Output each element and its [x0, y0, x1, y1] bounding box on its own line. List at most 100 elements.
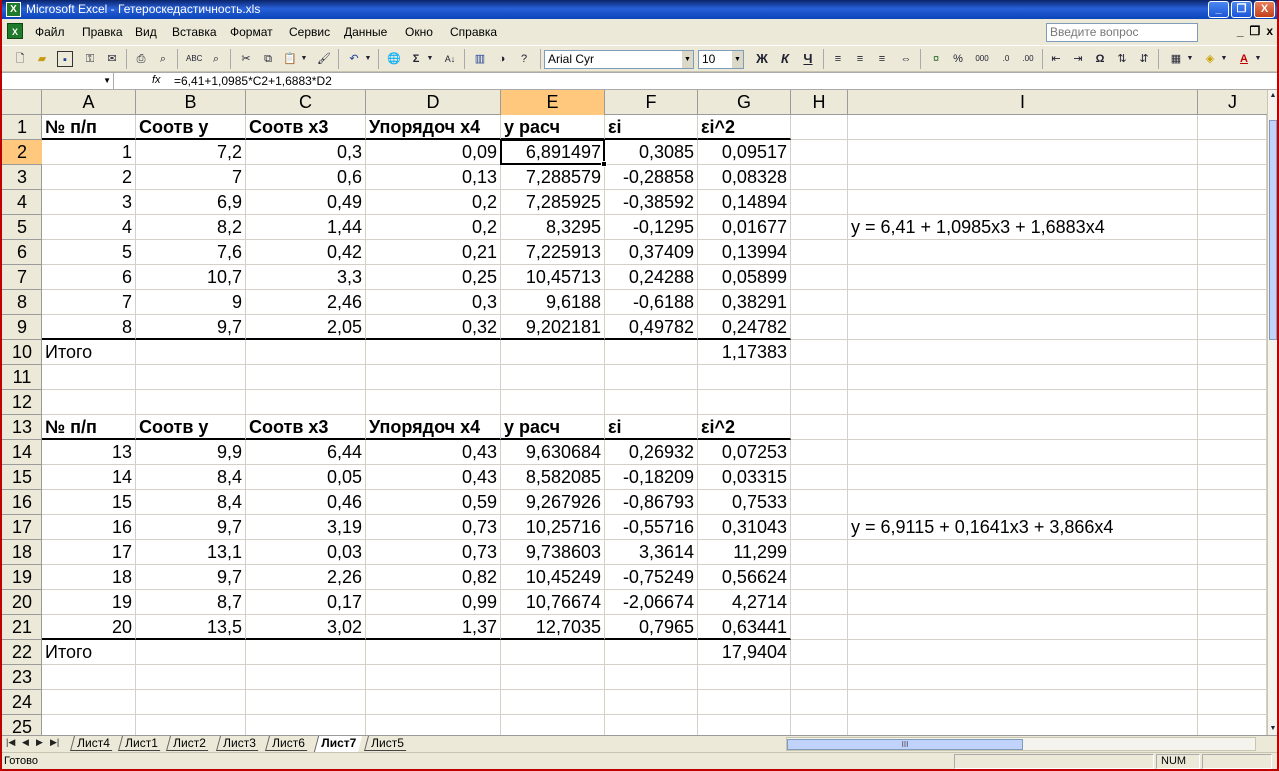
vertical-scroll-thumb[interactable] — [1269, 120, 1277, 340]
cell[interactable]: 0,25 — [366, 265, 501, 290]
row-header[interactable]: 11 — [2, 365, 42, 390]
cell[interactable]: 7,6 — [136, 240, 246, 265]
tab-sheet2[interactable]: Лист2 — [165, 736, 212, 751]
cell[interactable] — [1198, 115, 1267, 140]
cell[interactable]: -0,75249 — [605, 565, 698, 590]
row-header[interactable]: 22 — [2, 640, 42, 665]
cell[interactable]: 10,7 — [136, 265, 246, 290]
cell[interactable]: 20 — [42, 615, 136, 640]
cell[interactable] — [246, 665, 366, 690]
cell[interactable] — [848, 615, 1198, 640]
cell[interactable]: 1,17383 — [698, 340, 791, 365]
menu-insert[interactable]: Вставка — [172, 25, 217, 39]
cell[interactable]: 3,19 — [246, 515, 366, 540]
cell[interactable] — [605, 690, 698, 715]
cell[interactable]: 8,2 — [136, 215, 246, 240]
cell[interactable]: 13,1 — [136, 540, 246, 565]
autosum-icon[interactable]: Σ — [408, 51, 424, 67]
cell[interactable]: 16 — [42, 515, 136, 540]
cell[interactable] — [791, 665, 848, 690]
cell[interactable] — [698, 390, 791, 415]
insert-function-icon[interactable]: fx — [152, 74, 161, 86]
cell[interactable]: 0,56624 — [698, 565, 791, 590]
doc-restore-button[interactable]: ❐ — [1250, 24, 1261, 38]
cell[interactable]: 0,73 — [366, 540, 501, 565]
cell[interactable] — [501, 640, 605, 665]
cell[interactable] — [1198, 190, 1267, 215]
spelling-icon[interactable]: ABC — [186, 51, 202, 67]
cell[interactable]: 12,7035 — [501, 615, 605, 640]
next-sheet-icon[interactable]: ▶ — [36, 737, 43, 748]
restore-button[interactable]: ❐ — [1231, 1, 1252, 18]
cell[interactable]: Соотв y — [136, 415, 246, 440]
cell[interactable] — [1198, 290, 1267, 315]
cell[interactable] — [791, 290, 848, 315]
cell[interactable] — [1198, 165, 1267, 190]
cell[interactable] — [1198, 240, 1267, 265]
row-header[interactable]: 18 — [2, 540, 42, 565]
cell[interactable]: 17 — [42, 540, 136, 565]
cell[interactable] — [848, 290, 1198, 315]
cell[interactable]: 8,4 — [136, 490, 246, 515]
borders-icon[interactable]: ▦ — [1168, 51, 1184, 67]
cell[interactable]: -0,55716 — [605, 515, 698, 540]
cell[interactable]: 14 — [42, 465, 136, 490]
row-header[interactable]: 14 — [2, 440, 42, 465]
cell[interactable]: 1,44 — [246, 215, 366, 240]
cell[interactable]: -2,06674 — [605, 590, 698, 615]
cell[interactable]: -0,6188 — [605, 290, 698, 315]
permission-icon[interactable]: ⚿ — [82, 51, 98, 67]
cell[interactable] — [366, 665, 501, 690]
cell[interactable] — [366, 365, 501, 390]
tab-sheet7[interactable]: Лист7 — [313, 736, 363, 752]
cell[interactable]: 0,7533 — [698, 490, 791, 515]
cell[interactable]: № п/п — [42, 115, 136, 140]
cell[interactable] — [246, 715, 366, 735]
cell[interactable]: 13,5 — [136, 615, 246, 640]
cell[interactable] — [1198, 540, 1267, 565]
cell[interactable]: 0,03315 — [698, 465, 791, 490]
paste-dropdown-icon[interactable]: ▼ — [300, 51, 308, 67]
horizontal-scrollbar[interactable]: III — [786, 737, 1256, 751]
cell[interactable] — [698, 690, 791, 715]
cell[interactable] — [1198, 415, 1267, 440]
cell[interactable] — [1198, 440, 1267, 465]
cell[interactable]: 0,73 — [366, 515, 501, 540]
cell[interactable] — [605, 340, 698, 365]
menu-edit[interactable]: Правка — [82, 25, 123, 39]
print-icon[interactable]: ⎙ — [133, 51, 149, 67]
cell[interactable]: 18 — [42, 565, 136, 590]
paste-icon[interactable]: 📋 — [282, 51, 298, 67]
cell[interactable] — [791, 690, 848, 715]
row-header[interactable]: 1 — [2, 115, 42, 140]
cell[interactable]: 0,08328 — [698, 165, 791, 190]
cell[interactable] — [246, 640, 366, 665]
row-header[interactable]: 4 — [2, 190, 42, 215]
new-icon[interactable]: 🗋 — [12, 51, 28, 67]
cell[interactable]: εi — [605, 415, 698, 440]
cell[interactable]: 5 — [42, 240, 136, 265]
undo-dropdown-icon[interactable]: ▼ — [364, 51, 372, 67]
cell[interactable] — [1198, 615, 1267, 640]
cell[interactable]: 4,2714 — [698, 590, 791, 615]
cell[interactable]: 0,01677 — [698, 215, 791, 240]
cell[interactable] — [42, 365, 136, 390]
print-preview-icon[interactable]: ⌕ — [155, 51, 171, 67]
cell[interactable] — [1198, 390, 1267, 415]
currency-icon[interactable]: ¤ — [928, 51, 944, 67]
sort-desc-icon[interactable]: ⇵ — [1136, 51, 1152, 67]
cell[interactable] — [848, 490, 1198, 515]
percent-button[interactable]: % — [950, 51, 966, 67]
cell[interactable] — [42, 715, 136, 735]
formula-input[interactable]: =6,41+1,0985*C2+1,6883*D2 — [174, 74, 332, 88]
cell[interactable]: 2,26 — [246, 565, 366, 590]
cell[interactable] — [366, 390, 501, 415]
cell[interactable]: εi — [605, 115, 698, 140]
cell[interactable] — [1198, 365, 1267, 390]
cell[interactable] — [1198, 715, 1267, 735]
cell[interactable] — [791, 115, 848, 140]
cell[interactable]: 1,37 — [366, 615, 501, 640]
scroll-down-icon[interactable]: ▼ — [1268, 723, 1277, 735]
cell[interactable]: 6,891497 — [501, 140, 605, 165]
cell[interactable]: 10,76674 — [501, 590, 605, 615]
